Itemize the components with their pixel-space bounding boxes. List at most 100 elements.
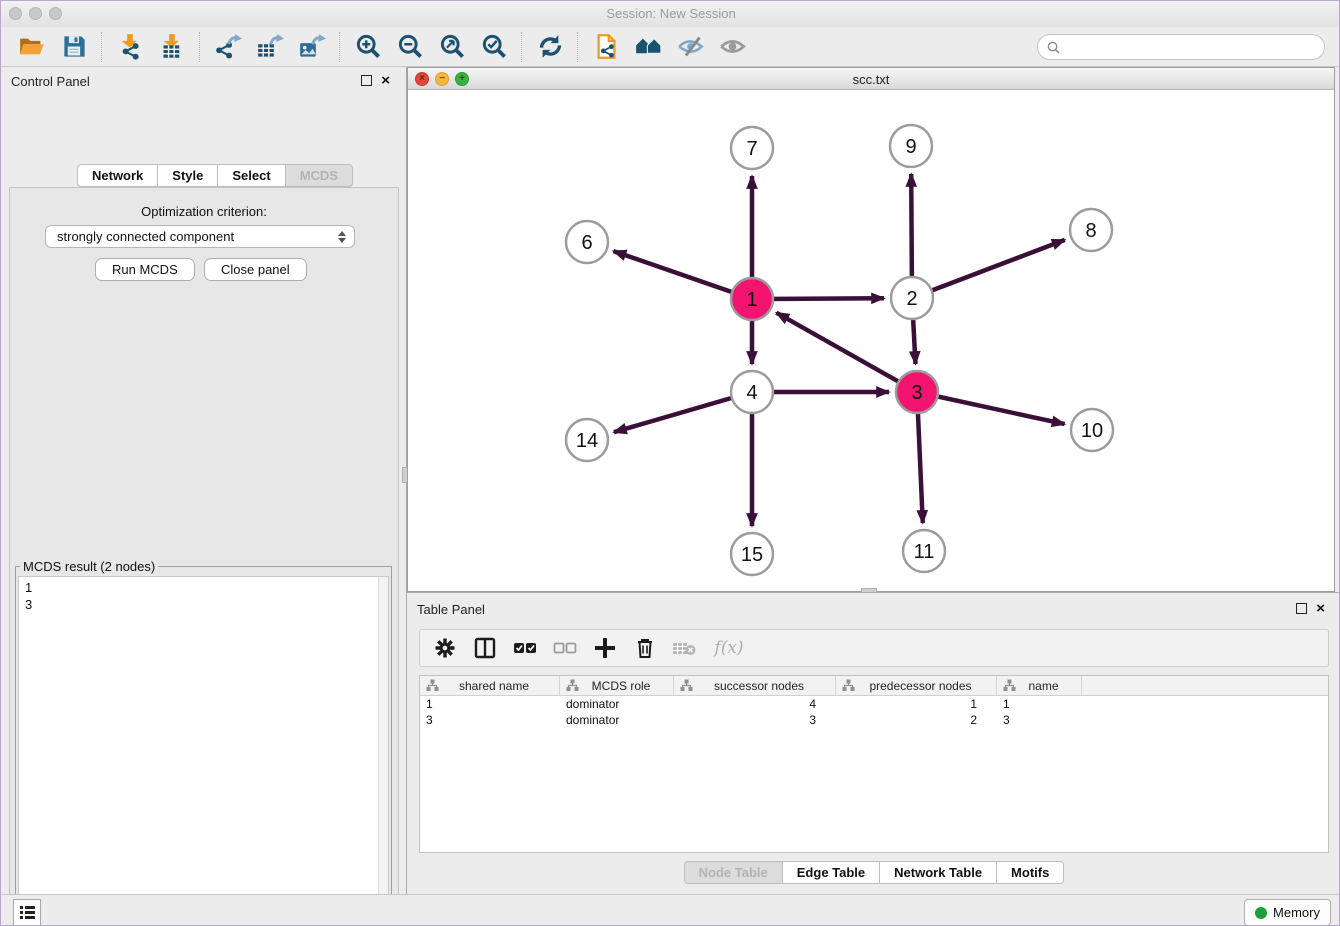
- open-session-button[interactable]: [11, 30, 53, 64]
- column-header-name[interactable]: name: [997, 676, 1082, 695]
- import-network-button[interactable]: [109, 30, 151, 64]
- mcds-result-text[interactable]: 13: [18, 576, 389, 926]
- export-network-icon: [215, 33, 242, 60]
- table-cell: 3: [420, 712, 560, 728]
- close-panel-icon[interactable]: ×: [381, 76, 390, 85]
- select-all-button[interactable]: [512, 635, 538, 661]
- zoom-out-button[interactable]: [389, 30, 431, 64]
- zoom-fit-icon: [439, 33, 466, 60]
- table-row[interactable]: 3dominator323: [420, 712, 1328, 728]
- column-label: shared name: [439, 679, 559, 693]
- new-network-from-selection-button[interactable]: [585, 30, 627, 64]
- float-table-panel-icon[interactable]: [1296, 603, 1307, 614]
- control-panel: Control Panel × NetworkStyleSelectMCDS O…: [1, 67, 407, 894]
- graph-node-6[interactable]: 6: [566, 221, 608, 263]
- column-header-predecessor-nodes[interactable]: predecessor nodes: [836, 676, 997, 695]
- graph-node-15[interactable]: 15: [731, 533, 773, 575]
- zoom-selected-button[interactable]: [473, 30, 515, 64]
- export-table-icon: [257, 33, 284, 60]
- save-session-button[interactable]: [53, 30, 95, 64]
- graph-node-3[interactable]: 3: [896, 371, 938, 413]
- column-header-successor-nodes[interactable]: successor nodes: [674, 676, 836, 695]
- graph-node-2[interactable]: 2: [891, 277, 933, 319]
- result-scrollbar[interactable]: [378, 577, 388, 926]
- tab-mcds[interactable]: MCDS: [285, 164, 353, 187]
- node-label: 15: [741, 544, 763, 566]
- tab-network-table[interactable]: Network Table: [879, 861, 996, 884]
- refresh-view-icon: [537, 33, 564, 60]
- graph-node-11[interactable]: 11: [903, 530, 945, 572]
- column-label: MCDS role: [579, 679, 673, 693]
- table-panel: Table Panel × f(x) shared nameMCDS roles…: [407, 592, 1340, 894]
- import-table-button[interactable]: [151, 30, 193, 64]
- graph-node-8[interactable]: 8: [1070, 209, 1112, 251]
- table-cell: 1: [420, 696, 560, 712]
- column-tree-icon: [426, 679, 439, 692]
- node-label: 14: [576, 430, 598, 452]
- column-header-shared-name[interactable]: shared name: [420, 676, 560, 695]
- memory-button[interactable]: Memory: [1244, 899, 1331, 926]
- zoom-in-button[interactable]: [347, 30, 389, 64]
- dropdown-stepper-icon: [338, 231, 346, 243]
- deselect-all-icon: [553, 636, 577, 660]
- tab-style[interactable]: Style: [157, 164, 217, 187]
- graph-node-7[interactable]: 7: [731, 127, 773, 169]
- export-image-button[interactable]: [291, 30, 333, 64]
- close-panel-button[interactable]: Close panel: [204, 258, 307, 281]
- table-settings-button[interactable]: [432, 635, 458, 661]
- graph-node-4[interactable]: 4: [731, 371, 773, 413]
- column-tree-icon: [566, 679, 579, 692]
- add-column-button[interactable]: [592, 635, 618, 661]
- graph-edge-3-10[interactable]: [917, 392, 1065, 424]
- delete-column-button[interactable]: [632, 635, 658, 661]
- table-panel-controls: ×: [1296, 603, 1325, 614]
- tab-select[interactable]: Select: [217, 164, 284, 187]
- graph-edge-2-8[interactable]: [912, 240, 1065, 298]
- first-neighbors-button[interactable]: [627, 30, 669, 64]
- graph-edge-3-1[interactable]: [776, 313, 917, 392]
- zoom-fit-button[interactable]: [431, 30, 473, 64]
- column-tree-icon: [842, 679, 855, 692]
- status-bar: Memory: [1, 894, 1340, 926]
- function-builder-button: f(x): [712, 635, 746, 661]
- optimization-criterion-label: Optimization criterion:: [1, 204, 407, 219]
- node-label: 1: [746, 289, 757, 311]
- run-mcds-button[interactable]: Run MCDS: [95, 258, 195, 281]
- task-history-button[interactable]: [13, 899, 41, 926]
- table-cell: dominator: [560, 712, 674, 728]
- tab-motifs[interactable]: Motifs: [996, 861, 1064, 884]
- search-input[interactable]: [1065, 39, 1319, 56]
- graph-node-9[interactable]: 9: [890, 125, 932, 167]
- tab-node-table[interactable]: Node Table: [684, 861, 782, 884]
- network-graph-canvas[interactable]: 7 9 6 8 1 2 4 3 14 10 15 11: [408, 90, 1334, 591]
- show-all-button[interactable]: [711, 30, 753, 64]
- criterion-dropdown[interactable]: strongly connected component: [45, 225, 355, 248]
- column-tree-icon: [680, 679, 693, 692]
- tab-network[interactable]: Network: [77, 164, 157, 187]
- tab-edge-table[interactable]: Edge Table: [782, 861, 879, 884]
- add-column-icon: [593, 636, 617, 660]
- hide-selected-button[interactable]: [669, 30, 711, 64]
- graph-node-14[interactable]: 14: [566, 419, 608, 461]
- export-table-button[interactable]: [249, 30, 291, 64]
- import-table-icon: [159, 33, 186, 60]
- refresh-view-button[interactable]: [529, 30, 571, 64]
- column-header-MCDS-role[interactable]: MCDS role: [560, 676, 674, 695]
- search-field[interactable]: [1037, 34, 1325, 60]
- function-builder-icon: f(x): [714, 638, 743, 658]
- table-cell: dominator: [560, 696, 674, 712]
- graph-node-1[interactable]: 1: [731, 278, 773, 320]
- split-panel-button[interactable]: [472, 635, 498, 661]
- table-row[interactable]: 1dominator411: [420, 696, 1328, 712]
- node-label: 2: [906, 288, 917, 310]
- deselect-all-button[interactable]: [552, 635, 578, 661]
- close-table-panel-icon[interactable]: ×: [1316, 604, 1325, 613]
- zoom-in-icon: [355, 33, 382, 60]
- float-panel-icon[interactable]: [361, 75, 372, 86]
- export-network-button[interactable]: [207, 30, 249, 64]
- graph-node-10[interactable]: 10: [1071, 409, 1113, 451]
- node-label: 4: [746, 382, 757, 404]
- window-title: Session: New Session: [1, 6, 1340, 21]
- node-label: 10: [1081, 420, 1103, 442]
- table-cell: 4: [674, 696, 836, 712]
